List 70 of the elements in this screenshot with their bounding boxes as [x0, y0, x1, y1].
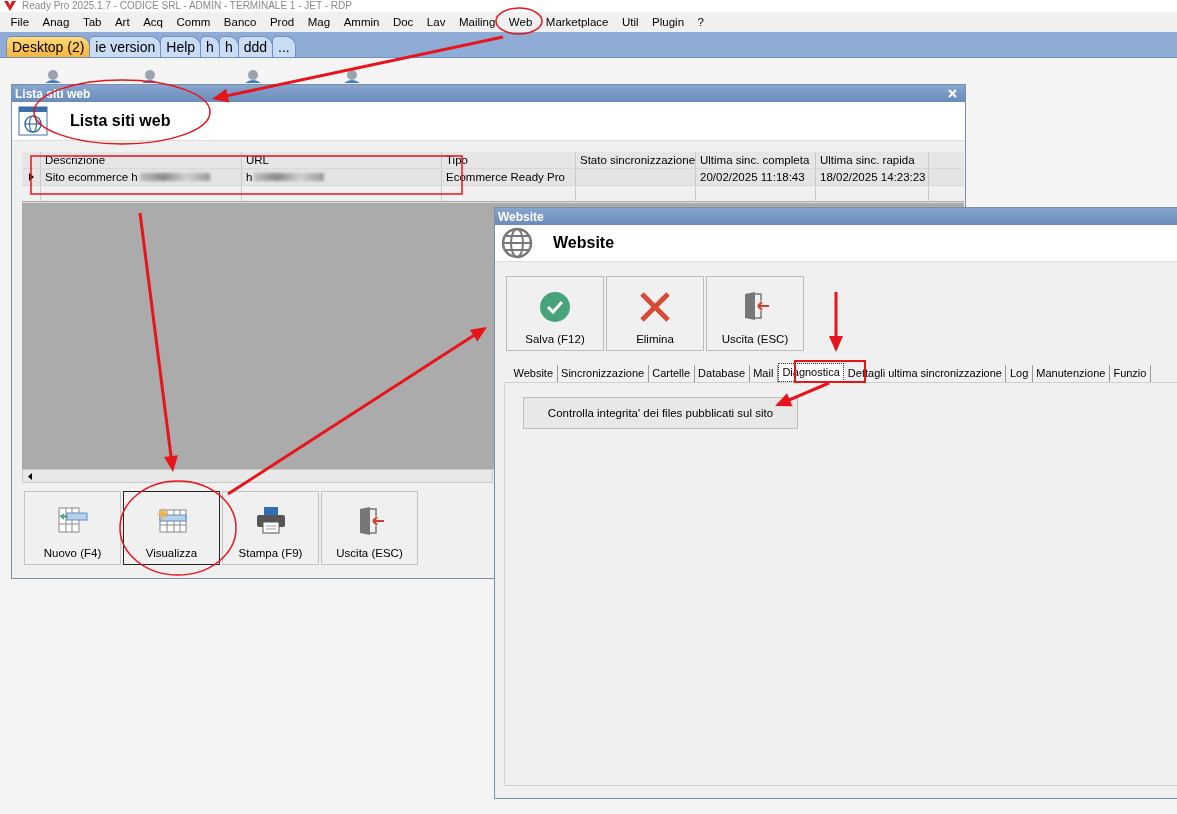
highlight-ellipse	[495, 7, 543, 35]
menu-item[interactable]: Lav	[420, 16, 453, 28]
form-tab[interactable]: Mail	[749, 365, 778, 382]
desktop-tab[interactable]: h	[200, 36, 220, 57]
column-header[interactable]: Ultima sinc. completa	[696, 152, 816, 168]
horizontal-scrollbar[interactable]	[22, 469, 493, 483]
table-add-icon	[56, 506, 89, 534]
window-heading: Website	[553, 234, 615, 252]
desktop-tab[interactable]: ddd	[237, 36, 274, 57]
form-tab[interactable]: Website	[510, 365, 558, 382]
desktop-tab[interactable]: Help	[160, 36, 202, 57]
menu-item[interactable]: Comm	[169, 16, 218, 28]
form-tab[interactable]: Cartelle	[648, 365, 695, 382]
menu-item[interactable]: Art	[108, 16, 137, 28]
toolbar-button[interactable]: Uscita (ESC)	[321, 491, 418, 565]
column-header[interactable]: URL	[242, 152, 442, 168]
column-header[interactable]: Ultima sinc. rapida	[816, 152, 929, 168]
window-title: Lista siti web	[15, 86, 91, 101]
printer-icon	[254, 506, 287, 534]
menu-item[interactable]: Acq	[136, 16, 170, 28]
menu-item[interactable]: Anag	[36, 16, 77, 28]
user-icon[interactable]	[243, 69, 263, 83]
desktop-tab[interactable]: ...	[272, 36, 296, 57]
form-tab[interactable]: Log	[1006, 365, 1033, 382]
toolbar-button[interactable]: Nuovo (F4)	[24, 491, 121, 565]
table-view-icon	[155, 506, 188, 534]
menu-item[interactable]: Tab	[76, 16, 109, 28]
window-title: Website	[498, 209, 544, 224]
table-cell-text: 20/02/2025 11:18:43	[700, 170, 805, 185]
toolbar-button[interactable]: Stampa (F9)	[222, 491, 319, 565]
app-title: Ready Pro 2025.1.7 - CODICE SRL - ADMIN - TERMINALE 1 - JET - RDP	[22, 0, 352, 12]
menu-item[interactable]: Ammin	[337, 16, 387, 28]
toolbar-button[interactable]: Elimina	[606, 276, 704, 351]
website-list-icon	[18, 106, 48, 136]
desktop-tab[interactable]: ie version	[89, 36, 162, 57]
menu-item[interactable]: ?	[691, 16, 711, 28]
menu-item[interactable]: Doc	[386, 16, 421, 28]
window-heading: Lista siti web	[70, 112, 171, 130]
menu-item[interactable]: Marketplace	[539, 16, 616, 28]
close-icon[interactable]	[948, 89, 957, 98]
toolbar-button[interactable]: Salva (F12)	[506, 276, 604, 351]
delete-x-icon	[639, 291, 671, 323]
form-tab[interactable]: Database	[694, 365, 750, 382]
menu-item[interactable]: Banco	[217, 16, 264, 28]
annotation-arrow	[829, 292, 843, 352]
toolbar-button[interactable]: Visualizza	[123, 491, 220, 565]
toolbar-button[interactable]: Uscita (ESC)	[706, 276, 804, 351]
annotation-arrow	[775, 381, 830, 407]
globe-icon	[501, 227, 533, 259]
form-tab[interactable]: Sincronizzazione	[557, 365, 649, 382]
user-icon[interactable]	[43, 69, 63, 83]
menu-item[interactable]: Web	[502, 16, 540, 28]
menu-item[interactable]: Mag	[301, 16, 338, 28]
menu-item[interactable]: Mailing	[452, 16, 503, 28]
table-cell-text: Sito ecommerce h	[45, 170, 138, 185]
column-header[interactable]: Stato sincronizzazione	[576, 152, 696, 168]
table-cell-text: h	[246, 170, 253, 185]
column-header[interactable]: Descrizione	[41, 152, 242, 168]
check-icon	[539, 291, 571, 323]
menu-item[interactable]: File	[4, 16, 37, 28]
menu-item[interactable]: Util	[615, 16, 646, 28]
form-tab[interactable]: Funzio	[1109, 365, 1151, 382]
table-cell-text: 18/02/2025 14:23:23	[820, 170, 926, 185]
user-icon[interactable]	[342, 69, 362, 83]
check-integrity-button[interactable]: Controlla integrita' dei files pubblicati sul sito	[523, 397, 798, 429]
menu-item[interactable]: Prod	[263, 16, 302, 28]
menu-item[interactable]: Plugin	[645, 16, 692, 28]
desktop-tab[interactable]: h	[218, 36, 239, 57]
desktop-tab[interactable]: Desktop (2)	[6, 36, 91, 57]
form-tab[interactable]: Manutenzione	[1032, 365, 1110, 382]
